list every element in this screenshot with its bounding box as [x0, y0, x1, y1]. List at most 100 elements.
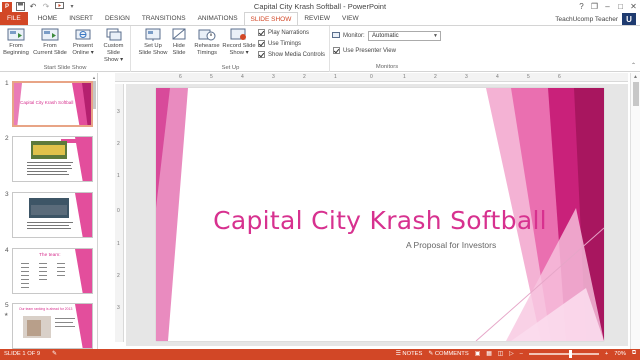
group-start-slide-show: From Beginning From Current Slide Presen…	[0, 26, 131, 72]
comments-button[interactable]: ✎ COMMENTS	[428, 351, 468, 357]
thumb-number: 3	[5, 191, 9, 198]
tab-transitions[interactable]: TRANSITIONS	[136, 12, 192, 25]
chevron-down-icon: ▼	[433, 33, 438, 39]
tab-home[interactable]: HOME	[32, 12, 64, 25]
custom-slide-show-button[interactable]: Custom Slide Show ▾	[97, 28, 130, 64]
tab-animations[interactable]: ANIMATIONS	[192, 12, 244, 25]
scroll-thumb[interactable]	[92, 81, 96, 109]
use-presenter-view-check-icon[interactable]	[333, 47, 340, 54]
collapse-ribbon-icon[interactable]: ⌃	[631, 62, 636, 69]
thumb-2-art	[27, 137, 92, 181]
scroll-thumb[interactable]	[632, 82, 639, 106]
ruler-h-label: 3	[465, 74, 468, 80]
scroll-up-icon[interactable]: ▲	[91, 75, 97, 80]
use-timings-checkbox[interactable]: Use Timings	[258, 40, 301, 47]
use-presenter-view-checkbox[interactable]: Use Presenter View	[333, 47, 396, 54]
from-beginning-label-2: Beginning	[3, 50, 29, 56]
from-beginning-button[interactable]: From Beginning	[2, 28, 30, 57]
slideshow-start-icon	[7, 28, 25, 42]
tab-design[interactable]: DESIGN	[99, 12, 136, 25]
thumb-number: 1	[5, 80, 9, 87]
record-slide-show-button[interactable]: Record Slide Show ▾	[222, 28, 256, 57]
window-title: Capital City Krash Softball - PowerPoint	[253, 2, 387, 11]
thumb-3-art	[27, 193, 92, 237]
status-right: ☰ NOTES ✎ COMMENTS ▣ ▦ ◫ ▷ – + 70% ⧉	[396, 349, 636, 358]
ribbon-tabs: FILE HOME INSERT DESIGN TRANSITIONS ANIM…	[0, 12, 640, 25]
zoom-level[interactable]: 70%	[614, 351, 626, 357]
present-online-icon	[74, 28, 92, 42]
reading-view-icon[interactable]: ◫	[498, 351, 503, 357]
monitor-icon	[332, 32, 340, 38]
thumb-number: 4	[5, 247, 9, 254]
present-online-label-1: Present	[73, 43, 93, 49]
notes-button[interactable]: ☰ NOTES	[396, 351, 423, 357]
ruler-v-label: 1	[117, 173, 120, 179]
ruler-v-label: 2	[117, 273, 120, 279]
hide-slide-label-2: Slide	[172, 50, 186, 56]
ruler-v-label: 0	[117, 208, 120, 214]
rehearse-timings-button[interactable]: Rehearse Timings	[193, 28, 221, 57]
slide-thumbnail-3[interactable]	[12, 192, 93, 238]
zoom-slider[interactable]	[528, 349, 599, 358]
ruler-h-label: 5	[210, 74, 213, 80]
present-online-button[interactable]: Present Online ▾	[70, 28, 96, 57]
use-timings-check-icon[interactable]	[258, 40, 265, 47]
ruler-h-label: 6	[179, 74, 182, 80]
ruler-h-label: 1	[403, 74, 406, 80]
from-current-slide-button[interactable]: From Current Slide	[33, 28, 67, 57]
monitor-select[interactable]: Automatic ▼	[368, 31, 441, 41]
set-up-slide-show-icon	[144, 28, 162, 42]
tab-file[interactable]: FILE	[0, 12, 28, 25]
present-online-label-2: Online ▾	[72, 50, 94, 56]
group-label-set-up: Set Up	[221, 65, 240, 71]
set-up-slide-show-button[interactable]: Set Up Slide Show	[138, 28, 168, 57]
zoom-knob[interactable]	[568, 349, 572, 358]
ruler-h-label: 0	[370, 74, 373, 80]
group-set-up: Set Up Slide Show Hide Slide Rehearse Ti…	[132, 26, 330, 72]
slide-show-view-icon[interactable]: ▷	[509, 351, 513, 357]
scroll-up-icon[interactable]: ▲	[631, 74, 640, 80]
monitor-select-value: Automatic	[372, 33, 399, 39]
tab-view[interactable]: VIEW	[336, 12, 365, 25]
show-media-controls-checkbox[interactable]: Show Media Controls	[258, 51, 325, 58]
slide-scrollbar[interactable]: ▲	[630, 73, 640, 349]
slide-sorter-icon[interactable]: ▦	[486, 351, 491, 357]
rehearse-label-1: Rehearse	[194, 43, 220, 49]
set-up-label-2: Slide Show	[138, 50, 168, 56]
zoom-in-icon[interactable]: +	[605, 351, 608, 357]
slide-thumbnail-4[interactable]: The team:	[12, 248, 93, 294]
play-narrations-checkbox[interactable]: Play Narrations	[258, 29, 309, 36]
fit-slide-icon[interactable]: ⧉	[632, 350, 636, 357]
comments-label: COMMENTS	[434, 350, 469, 357]
slide-subtitle[interactable]: A Proposal for Investors	[406, 240, 496, 250]
hide-slide-button[interactable]: Hide Slide	[169, 28, 189, 57]
custom-slide-show-label-2: Show ▾	[103, 57, 124, 63]
slide-thumbnail-2[interactable]	[12, 136, 93, 182]
vertical-ruler: 3 2 1 0 1 2 3	[115, 84, 124, 342]
zoom-out-icon[interactable]: –	[520, 351, 523, 357]
spelling-icon[interactable]: ✎	[52, 350, 57, 357]
tab-insert[interactable]: INSERT	[63, 12, 99, 25]
slide-thumbnail-5[interactable]: Our team ranking is ahead for 2013	[12, 303, 93, 349]
monitor-label-row: Monitor:	[332, 32, 365, 39]
slide-1[interactable]: Capital City Krash Softball A Proposal f…	[156, 88, 604, 341]
tab-slide-show[interactable]: SLIDE SHOW	[243, 12, 299, 25]
account-logo-icon: U	[622, 13, 636, 25]
show-media-controls-check-icon[interactable]	[258, 51, 265, 58]
normal-view-icon[interactable]: ▣	[475, 351, 480, 357]
set-up-label-1: Set Up	[144, 43, 162, 49]
tab-review[interactable]: REVIEW	[298, 12, 336, 25]
ruler-h-label: 6	[558, 74, 561, 80]
hide-slide-label-1: Hide	[173, 43, 185, 49]
thumbnail-scrollbar[interactable]: ▲	[91, 75, 97, 345]
thumb-5-title: Our team ranking is ahead for 2013	[19, 307, 73, 311]
play-narrations-check-icon[interactable]	[258, 29, 265, 36]
use-timings-label: Use Timings	[268, 40, 302, 47]
slide-title[interactable]: Capital City Krash Softball	[156, 206, 604, 235]
custom-slide-show-icon	[105, 28, 123, 42]
ruler-h-label: 3	[272, 74, 275, 80]
thumb-number: 5	[5, 302, 9, 309]
user-account[interactable]: TeachUcomp Teacher U	[555, 13, 636, 25]
slide-thumbnail-1[interactable]: Capital City Krash Softball	[12, 81, 93, 127]
custom-slide-show-label-1: Custom Slide	[103, 43, 124, 56]
